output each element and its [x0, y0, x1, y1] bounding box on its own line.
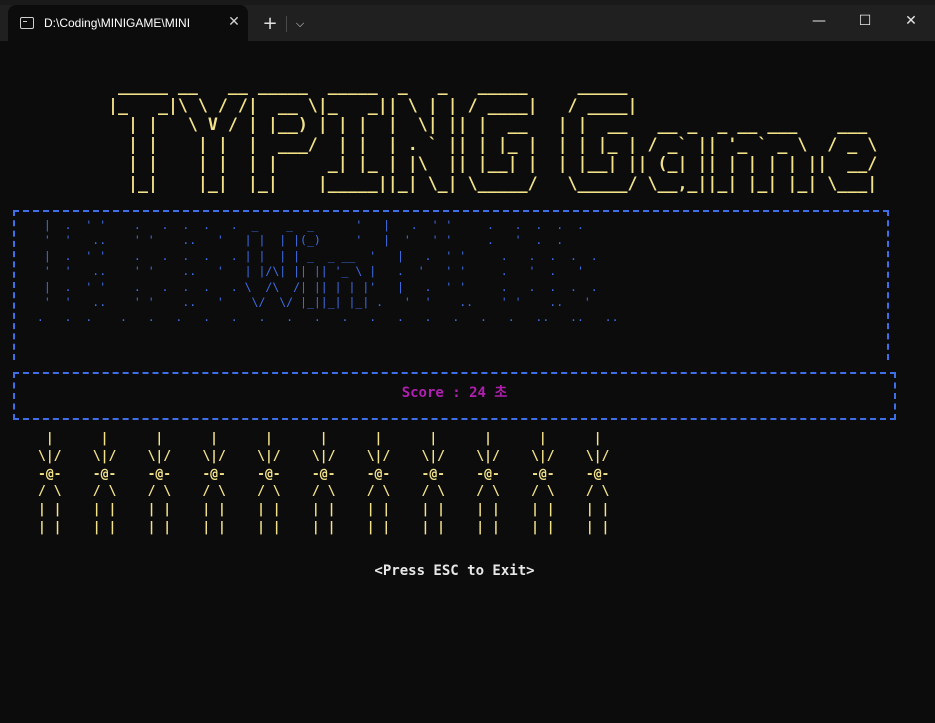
- tab-divider: [286, 16, 287, 32]
- tab-dropdown-button[interactable]: ⌵: [290, 12, 310, 36]
- minimize-button[interactable]: —: [796, 5, 842, 37]
- title-bar: D:\Coding\MINIGAME\MINI ✕ + ⌵ — ☐ ✕: [0, 0, 935, 41]
- score-text: Score : 24 초: [401, 385, 508, 401]
- tab-title: D:\Coding\MINIGAME\MINI: [44, 16, 191, 30]
- player-characters-art: | | | | | | | | | | | \|/ \|/ \|/ \|/ \|…: [38, 431, 610, 535]
- tab-close-button[interactable]: ✕: [225, 13, 243, 31]
- typing-game-logo: _____ __ __ _____ _____ _ _ _____ _____ …: [108, 76, 878, 193]
- terminal-icon: [20, 17, 34, 29]
- maximize-button[interactable]: ☐: [842, 5, 888, 37]
- close-button[interactable]: ✕: [888, 5, 934, 37]
- exit-hint: <Press ESC to Exit>: [374, 563, 535, 579]
- word-rain-art: | . ' ' . . . . . _ _ _ ' | . ' ' . . . …: [36, 218, 619, 325]
- new-tab-button[interactable]: +: [258, 12, 282, 36]
- terminal-tab[interactable]: D:\Coding\MINIGAME\MINI ✕: [8, 5, 248, 41]
